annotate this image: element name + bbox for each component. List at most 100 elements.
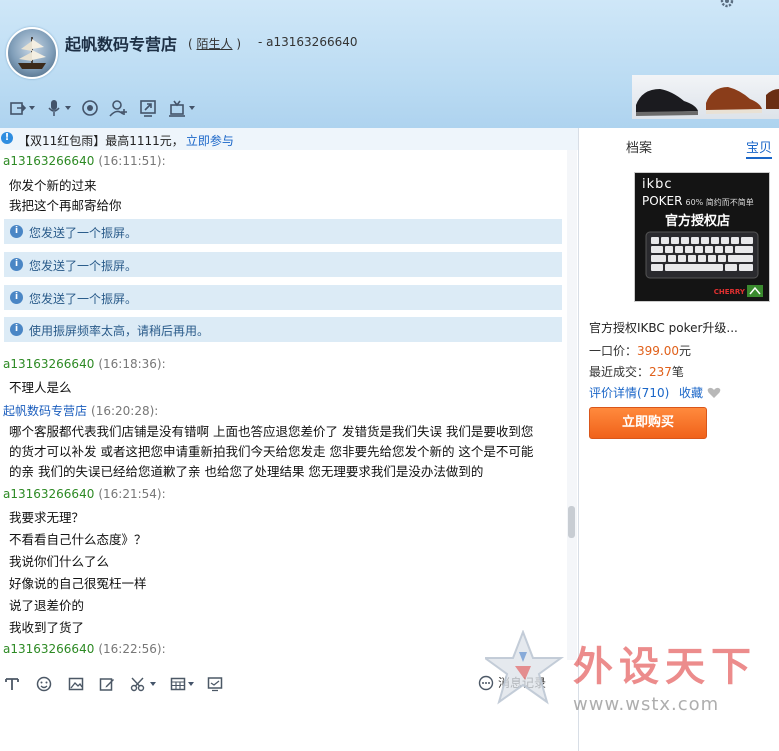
message-text: 我收到了货了 [9,620,85,635]
chat-header: 起帆数码专营店 ( 陌生人 ) - a13163266640 [0,0,779,128]
product-brand: ikbc [642,177,673,192]
message-time: (16:18:36): [98,357,166,371]
font-button[interactable] [4,674,20,694]
info-icon: i [10,225,23,238]
message-text: 你发个新的过来 [9,178,97,193]
message-text: 哪个客服都代表我们店铺是没有错啊 上面也答应退您差价了 发错货是我们失误 我们是… [9,424,534,439]
message-text: 的货才可以补发 或者这把您申请重新拍我们今天给您发走 您非要先给您发个新的 这个… [9,444,534,459]
review-link[interactable]: 评价详情(710) [589,384,669,401]
system-notice: i 使用振屏频率太高，请稍后再用。 [4,317,562,342]
shoe-ad-banner[interactable] [632,75,779,119]
remote-assist-button[interactable] [164,97,198,119]
promo-text: 【双11红包雨】最高1111元， 立即参与 [18,134,234,148]
product-model: POKER 60% 简约而不简单 [642,194,754,208]
shop-name: 起帆数码专营店 [65,35,178,54]
microphone-icon [48,100,60,116]
video-icon [82,100,98,116]
promo-link[interactable]: 立即参与 [186,134,234,148]
display-icon [207,677,223,692]
message-text: 好像说的自己很冤枉一样 [9,576,147,591]
chat-bubble-icon [478,675,494,690]
sender-name[interactable]: a13163266640 [3,154,94,168]
image-button[interactable] [68,674,84,694]
chevron-down-icon [29,106,35,110]
system-notice: i 您发送了一个振屏。 [4,252,562,277]
gear-icon[interactable] [720,0,734,8]
tab-product[interactable]: 宝贝 [746,137,773,159]
heart-icon[interactable] [707,387,721,399]
message-time: (16:21:54): [98,487,166,501]
transfer-button[interactable] [6,97,38,119]
display-button[interactable] [207,674,223,694]
product-price: 一口价：399.00元 [589,344,692,358]
call-toolbar [6,97,198,119]
add-contact-icon [109,100,127,117]
message-header: 起帆数码专营店 (16:20:28): [3,402,158,419]
product-title[interactable]: 官方授权IKBC poker升级... [589,319,738,336]
info-icon: i [10,323,23,336]
product-image[interactable]: ikbc POKER 60% 简约而不简单 官方授权店 CHERRY [634,172,770,302]
message-header: a13163266640 (16:11:51): [3,154,166,168]
alert-icon: ! [1,132,13,144]
info-icon: i [10,291,23,304]
edit-button[interactable] [99,674,115,694]
favorite-link[interactable]: 收藏 [679,384,703,401]
message-header: a13163266640 (16:22:56): [3,642,166,656]
message-text: 不看看自己什么态度》？ [9,532,147,547]
chat-scrollbar[interactable] [567,150,577,660]
emoji-icon [36,676,52,692]
chevron-down-icon [189,106,195,110]
transfer-icon [10,102,27,115]
table-icon [170,677,186,691]
system-notice: i 您发送了一个振屏。 [4,219,562,244]
message-time: (16:11:51): [98,154,166,168]
sender-name[interactable]: a13163266640 [3,357,94,371]
chevron-down-icon [65,106,71,110]
table-button[interactable] [170,674,194,694]
sailing-ship-icon [18,37,46,69]
shoes-image-icon [636,87,779,116]
avatar[interactable] [6,27,58,79]
message-text: 我要求无理？ [9,510,85,525]
message-time: (16:22:56): [98,642,166,656]
chat-history: a13163266640 (16:11:51): 你发个新的过来 我把这个再邮寄给… [0,150,568,660]
message-history-button[interactable]: 消息记录 [478,674,546,691]
image-icon [68,677,84,691]
stranger-link[interactable]: 陌生人 [197,37,233,51]
promo-bar: ! 【双11红包雨】最高1111元， 立即参与 [0,128,578,150]
chevron-down-icon [150,682,156,686]
screen-share-icon [140,100,156,117]
add-contact-button[interactable] [106,97,132,119]
message-input[interactable] [0,698,578,751]
switch-brand: CHERRY [713,288,745,296]
message-header: a13163266640 (16:21:54): [3,487,166,501]
brand-badge-icon [747,285,763,297]
buy-now-button[interactable]: 立即购买 [589,407,707,439]
message-header: a13163266640 (16:18:36): [3,357,166,371]
screenshot-icon [130,677,145,692]
sender-name[interactable]: a13163266640 [3,642,94,656]
edit-icon [99,678,114,691]
voice-button[interactable] [42,97,74,119]
screen-share-button[interactable] [136,97,160,119]
stranger-tag: ( 陌生人 ) [188,37,242,51]
info-icon: i [10,258,23,271]
product-headline: 官方授权店 [665,214,731,229]
sender-name[interactable]: a13163266640 [3,487,94,501]
chevron-down-icon [188,682,194,686]
recent-sales: 最近成交：237笔 [589,365,684,379]
emoji-button[interactable] [36,674,52,694]
sender-name[interactable]: 起帆数码专营店 [3,404,87,418]
product-panel: 档案 宝贝 ikbc POKER 60% 简约而不简单 官方授权店 CHERRY … [578,128,779,751]
message-text: 我把这个再邮寄给你 [9,198,122,213]
scroll-thumb[interactable] [568,506,575,538]
video-button[interactable] [78,97,102,119]
message-text: 我说你们什么了么 [9,554,110,569]
tab-profile[interactable]: 档案 [626,137,652,156]
message-time: (16:20:28): [91,404,159,418]
system-notice: i 您发送了一个振屏。 [4,285,562,310]
contact-id: - a13163266640 [258,35,358,49]
font-icon [5,678,19,690]
screenshot-button[interactable] [130,674,156,694]
message-text: 的亲 我们的失误已经给您道歉了亲 也给您了处理结果 您无理要求我们是没办法做到的 [9,464,484,479]
